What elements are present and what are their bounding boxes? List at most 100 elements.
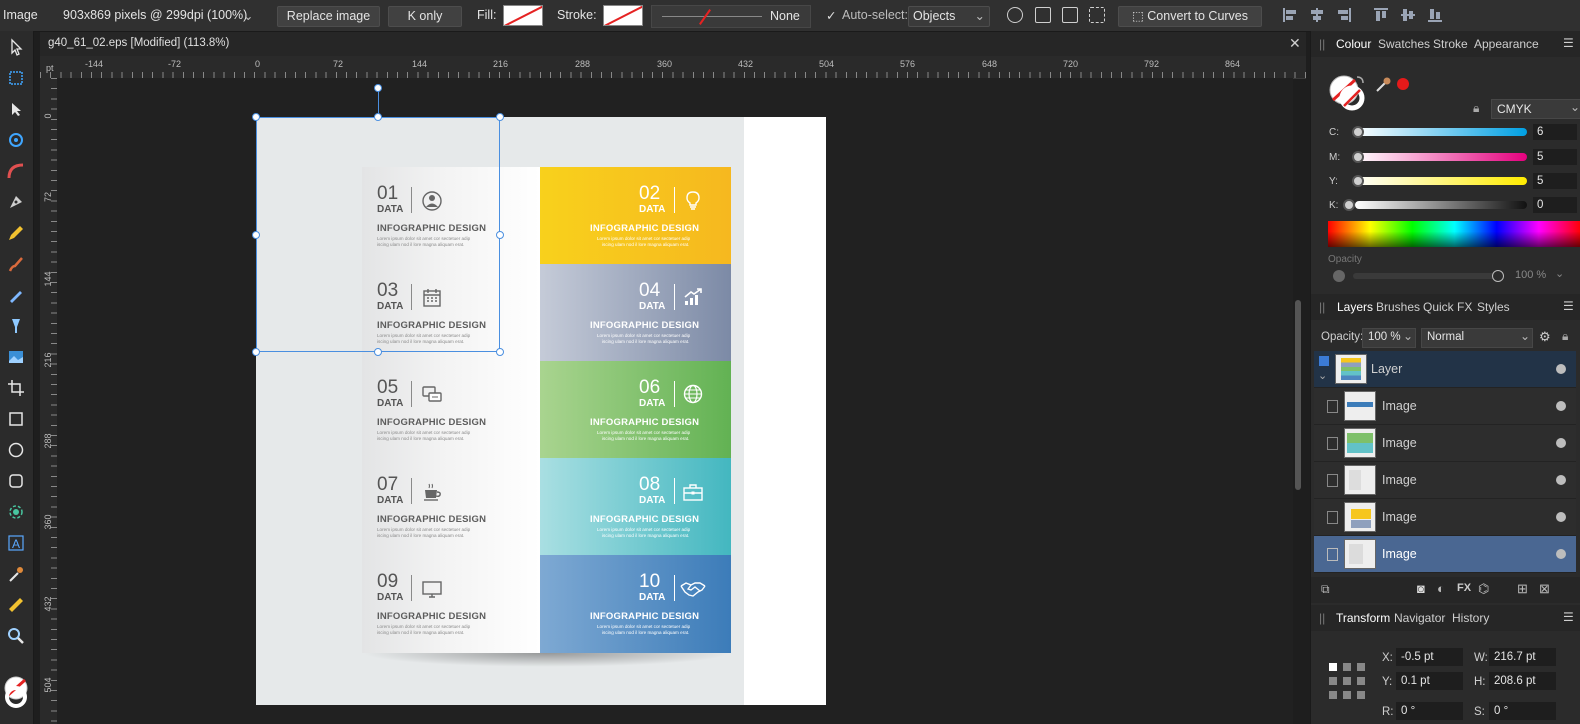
yellow-slider[interactable] bbox=[1355, 177, 1527, 185]
blend-mode-dropdown[interactable]: Normal ⌄ bbox=[1421, 328, 1533, 348]
layer-visibility-dot[interactable] bbox=[1556, 475, 1566, 485]
resize-handle-l[interactable] bbox=[252, 231, 260, 239]
cyan-value[interactable]: 6 bbox=[1533, 124, 1577, 140]
node-tool-icon[interactable] bbox=[6, 99, 26, 119]
resize-handle-t[interactable] bbox=[374, 113, 382, 121]
add-layer-icon[interactable]: ⊞ bbox=[1517, 581, 1528, 597]
resize-handle-bl[interactable] bbox=[252, 348, 260, 356]
opacity-value[interactable]: 100 % bbox=[1515, 269, 1546, 281]
tab-appearance[interactable]: Appearance bbox=[1474, 37, 1539, 51]
layer-visibility-dot[interactable] bbox=[1556, 401, 1566, 411]
row-06-right-card[interactable] bbox=[540, 361, 731, 459]
live-filter-icon[interactable]: ⌬ bbox=[1478, 581, 1489, 597]
row-04-right-card[interactable] bbox=[540, 264, 731, 362]
fill-swatch[interactable] bbox=[503, 5, 543, 26]
resize-handle-r[interactable] bbox=[496, 231, 504, 239]
tab-transform[interactable]: Transform bbox=[1336, 611, 1390, 625]
yellow-slider-knob[interactable] bbox=[1352, 175, 1364, 187]
row-02-right-card[interactable] bbox=[540, 167, 731, 265]
layers-options-icon[interactable]: ⧉ bbox=[1321, 582, 1330, 597]
resize-handle-b[interactable] bbox=[374, 348, 382, 356]
corner-tool-icon[interactable] bbox=[6, 161, 26, 181]
document-tab[interactable]: g40_61_02.eps [Modified] (113.8%) ✕ bbox=[40, 32, 1306, 56]
colour-picker-icon[interactable] bbox=[6, 564, 26, 584]
ellipse-tool-icon[interactable] bbox=[6, 440, 26, 460]
tab-quick-fx[interactable]: Quick FX bbox=[1423, 300, 1472, 314]
stroke-width-slider[interactable]: None bbox=[651, 5, 811, 28]
yellow-value[interactable]: 5 bbox=[1533, 173, 1577, 189]
convert-to-curves-button[interactable]: ⬚ Convert to Curves bbox=[1118, 6, 1262, 27]
row-07-left-card[interactable] bbox=[362, 458, 540, 556]
panel-grip-icon[interactable]: || bbox=[1319, 611, 1325, 625]
tab-history[interactable]: History bbox=[1452, 611, 1489, 625]
cyan-slider[interactable] bbox=[1355, 128, 1527, 136]
opacity-slider-knob[interactable] bbox=[1492, 270, 1504, 282]
tab-stroke[interactable]: Stroke bbox=[1433, 37, 1468, 51]
layer-visibility-dot[interactable] bbox=[1556, 364, 1566, 374]
layer-name[interactable]: Image bbox=[1382, 510, 1417, 524]
black-value[interactable]: 0 bbox=[1533, 197, 1577, 213]
align-middle-icon[interactable] bbox=[1400, 7, 1416, 23]
horizontal-ruler[interactable]: pt -144 -72 0 72 144 216 288 360 432 504… bbox=[40, 56, 1306, 79]
colour-picker-icon[interactable] bbox=[1375, 75, 1393, 93]
align-top-icon[interactable] bbox=[1373, 7, 1389, 23]
k-only-button[interactable]: K only bbox=[388, 6, 462, 27]
h-field[interactable]: 208.6 pt bbox=[1489, 672, 1556, 690]
close-document-icon[interactable]: ✕ bbox=[1289, 35, 1301, 52]
row-09-left-card[interactable] bbox=[362, 555, 540, 653]
y-field[interactable]: 0.1 pt bbox=[1396, 672, 1463, 690]
autoselect-dropdown[interactable]: Objects ⌄ bbox=[908, 6, 990, 27]
transparency-tool-icon[interactable] bbox=[6, 316, 26, 336]
magenta-value[interactable]: 5 bbox=[1533, 149, 1577, 165]
tab-navigator[interactable]: Navigator bbox=[1394, 611, 1445, 625]
w-field[interactable]: 216.7 pt bbox=[1489, 648, 1556, 666]
black-slider[interactable] bbox=[1355, 201, 1527, 209]
canvas[interactable]: 01 DATA INFOGRAPHIC DESIGN Lorem ipsum d… bbox=[57, 78, 1293, 724]
align-right-icon[interactable] bbox=[1336, 7, 1352, 23]
layer-row-image[interactable]: Image bbox=[1314, 388, 1576, 425]
rotation-field[interactable]: 0 ° bbox=[1396, 702, 1463, 720]
row-10-right-card[interactable] bbox=[540, 555, 731, 653]
delete-layer-icon[interactable]: ⊠ bbox=[1539, 581, 1550, 597]
magenta-slider-knob[interactable] bbox=[1352, 151, 1364, 163]
resize-handle-tr[interactable] bbox=[496, 113, 504, 121]
layer-visibility-dot[interactable] bbox=[1556, 512, 1566, 522]
transform-origin-icon[interactable] bbox=[1007, 7, 1023, 23]
text-tool-icon[interactable]: A bbox=[6, 533, 26, 553]
fit-icon[interactable] bbox=[1035, 7, 1051, 23]
autoselect-check-icon[interactable]: ✓ bbox=[826, 8, 836, 23]
magenta-slider[interactable] bbox=[1355, 153, 1527, 161]
tab-swatches[interactable]: Swatches bbox=[1378, 37, 1430, 51]
chevron-down-icon[interactable]: ⌄ bbox=[1555, 267, 1564, 280]
chevron-down-icon[interactable]: ⌄ bbox=[1318, 369, 1327, 382]
gear-icon[interactable]: ⚙ bbox=[1539, 329, 1551, 345]
panel-menu-icon[interactable]: ☰ bbox=[1563, 36, 1574, 50]
layer-row-image[interactable]: Image bbox=[1314, 425, 1576, 462]
layer-visibility-dot[interactable] bbox=[1556, 549, 1566, 559]
vertical-scrollbar[interactable] bbox=[1295, 300, 1301, 490]
pen-tool-icon[interactable] bbox=[6, 192, 26, 212]
fill-stroke-selector-icon[interactable] bbox=[1327, 73, 1371, 117]
cyan-slider-knob[interactable] bbox=[1352, 126, 1364, 138]
fill-tool-icon[interactable] bbox=[6, 285, 26, 305]
layer-visibility-dot[interactable] bbox=[1556, 438, 1566, 448]
grid-icon[interactable] bbox=[1089, 7, 1105, 23]
panel-menu-icon[interactable]: ☰ bbox=[1563, 299, 1574, 313]
tab-styles[interactable]: Styles bbox=[1477, 300, 1510, 314]
colour-spectrum[interactable] bbox=[1328, 221, 1580, 247]
place-image-icon[interactable] bbox=[6, 347, 26, 367]
artboard-tool-icon[interactable] bbox=[6, 68, 26, 88]
zoom-tool-icon[interactable] bbox=[6, 626, 26, 646]
crop-tool-icon[interactable] bbox=[6, 378, 26, 398]
layer-name[interactable]: Image bbox=[1382, 399, 1417, 413]
image-info-dropdown-icon[interactable]: ⌄ bbox=[243, 8, 253, 23]
tab-colour[interactable]: Colour bbox=[1336, 37, 1371, 51]
layer-name[interactable]: Image bbox=[1382, 547, 1417, 561]
stroke-swatch[interactable] bbox=[603, 5, 643, 26]
panel-grip-icon[interactable]: || bbox=[1319, 300, 1325, 314]
rounded-rectangle-tool-icon[interactable] bbox=[6, 471, 26, 491]
black-slider-knob[interactable] bbox=[1343, 199, 1355, 211]
panel-menu-icon[interactable]: ☰ bbox=[1563, 610, 1574, 624]
rectangle-tool-icon[interactable] bbox=[6, 409, 26, 429]
adjustment-icon[interactable]: ◐ bbox=[1437, 581, 1445, 596]
